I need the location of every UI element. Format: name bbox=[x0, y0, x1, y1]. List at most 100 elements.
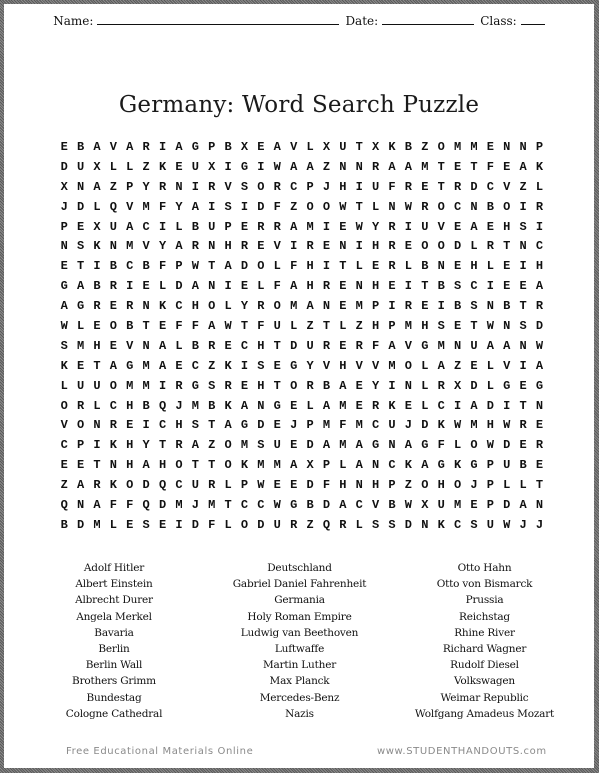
grid-letter: M bbox=[453, 140, 462, 154]
grid-letter: Z bbox=[306, 319, 314, 334]
grid-letter: E bbox=[486, 140, 494, 154]
grid-letter: E bbox=[93, 319, 101, 334]
grid-letter: K bbox=[388, 398, 396, 413]
grid-letter: O bbox=[290, 378, 298, 393]
grid-letter: E bbox=[76, 458, 85, 473]
grid-letter: H bbox=[372, 478, 380, 493]
grid-letter: H bbox=[437, 478, 445, 493]
word-list-item: Ludwig van Beethoven bbox=[240, 626, 359, 639]
grid-letter: W bbox=[339, 199, 347, 214]
grid-letter: E bbox=[453, 219, 462, 234]
grid-letter: R bbox=[224, 378, 232, 393]
grid-letter: N bbox=[519, 338, 527, 353]
grid-letter: L bbox=[355, 259, 363, 274]
grid-letter: P bbox=[126, 179, 134, 194]
grid-letter: E bbox=[290, 398, 298, 413]
grid-letter: O bbox=[224, 438, 232, 453]
word-list-item: Bavaria bbox=[94, 626, 134, 639]
grid-letter: I bbox=[503, 398, 511, 413]
grid-letter: D bbox=[322, 498, 331, 513]
grid-letter: U bbox=[437, 498, 445, 513]
grid-letter: E bbox=[175, 159, 183, 174]
grid-letter: N bbox=[535, 498, 544, 513]
grid-letter: M bbox=[355, 418, 363, 433]
grid-letter: I bbox=[535, 219, 544, 234]
grid-letter: T bbox=[93, 458, 101, 473]
grid-letter: I bbox=[158, 140, 167, 154]
grid-letter: C bbox=[126, 259, 134, 274]
grid-letter: E bbox=[240, 378, 249, 393]
grid-letter: H bbox=[421, 319, 429, 334]
grid-letter: L bbox=[93, 199, 101, 214]
grid-letter: E bbox=[290, 478, 298, 493]
grid-letter: R bbox=[486, 239, 494, 254]
grid-letter: S bbox=[470, 517, 478, 532]
grid-letter: B bbox=[437, 279, 445, 294]
grid-letter: J bbox=[191, 498, 199, 513]
grid-letter: B bbox=[142, 259, 150, 274]
grid-letter: O bbox=[453, 478, 462, 493]
grid-letter: X bbox=[322, 140, 331, 154]
grid-letter: A bbox=[339, 498, 347, 513]
grid-letter: E bbox=[126, 418, 134, 433]
grid-letter: S bbox=[191, 418, 199, 433]
grid-letter: D bbox=[60, 159, 68, 174]
word-list-item: Albert Einstein bbox=[75, 578, 153, 591]
grid-letter: E bbox=[339, 279, 347, 294]
grid-letter: C bbox=[60, 438, 68, 453]
grid-letter: W bbox=[355, 219, 363, 234]
grid-letter: N bbox=[519, 239, 527, 254]
grid-letter: Z bbox=[322, 159, 331, 174]
grid-letter: M bbox=[355, 299, 363, 314]
grid-letter: E bbox=[142, 279, 150, 294]
grid-letter: R bbox=[339, 517, 347, 532]
grid-letter: C bbox=[486, 179, 494, 194]
word-column: Adolf Hitler Albert Einstein Albrecht Dure… bbox=[16, 560, 212, 722]
grid-letter: I bbox=[257, 159, 265, 174]
grid-letter: P bbox=[175, 259, 183, 274]
grid-letter: A bbox=[109, 358, 117, 373]
grid-letter: F bbox=[339, 418, 347, 433]
grid-letter: M bbox=[421, 159, 429, 174]
grid-letter: A bbox=[76, 279, 85, 294]
grid-letter: Z bbox=[355, 319, 363, 334]
grid-letter: L bbox=[535, 179, 544, 194]
grid-letter: C bbox=[453, 199, 462, 214]
grid-letter: N bbox=[486, 299, 494, 314]
grid-letter: Z bbox=[306, 517, 314, 532]
word-list-item: Otto von Bismarck bbox=[436, 578, 533, 591]
grid-letter: E bbox=[158, 517, 167, 532]
grid-letter: R bbox=[257, 219, 265, 234]
grid-letter: W bbox=[453, 418, 462, 433]
grid-letter: D bbox=[421, 418, 429, 433]
grid-letter: R bbox=[388, 219, 396, 234]
grid-letter: U bbox=[93, 378, 101, 393]
grid-letter: J bbox=[535, 517, 544, 532]
grid-letter: V bbox=[322, 358, 331, 373]
grid-letter: O bbox=[273, 299, 281, 314]
grid-letter: T bbox=[208, 418, 216, 433]
grid-letter: I bbox=[126, 279, 134, 294]
grid-letter: R bbox=[175, 438, 183, 453]
grid-letter: O bbox=[421, 239, 429, 254]
grid-letter: M bbox=[175, 498, 183, 513]
grid-letter: B bbox=[60, 517, 68, 532]
grid-letter: T bbox=[208, 458, 216, 473]
word-column: Deutschland Gabriel Daniel Fahrenheit Germ… bbox=[212, 560, 387, 722]
grid-letter: H bbox=[126, 438, 134, 453]
grid-letter: A bbox=[240, 398, 249, 413]
grid-letter: Q bbox=[109, 199, 117, 214]
grid-letter: O bbox=[60, 398, 68, 413]
grid-letter: G bbox=[437, 458, 445, 473]
grid-letter: N bbox=[519, 140, 527, 154]
grid-letter: A bbox=[339, 378, 347, 393]
grid-letter: L bbox=[109, 159, 117, 174]
grid-letter: G bbox=[126, 358, 134, 373]
grid-letter: E bbox=[453, 159, 462, 174]
grid-letter: N bbox=[372, 458, 380, 473]
word-list-item: Berlin bbox=[98, 643, 130, 656]
grid-letter: R bbox=[175, 378, 183, 393]
grid-letter: E bbox=[257, 140, 265, 154]
grid-letter: F bbox=[175, 319, 183, 334]
grid-letter: L bbox=[224, 299, 232, 314]
